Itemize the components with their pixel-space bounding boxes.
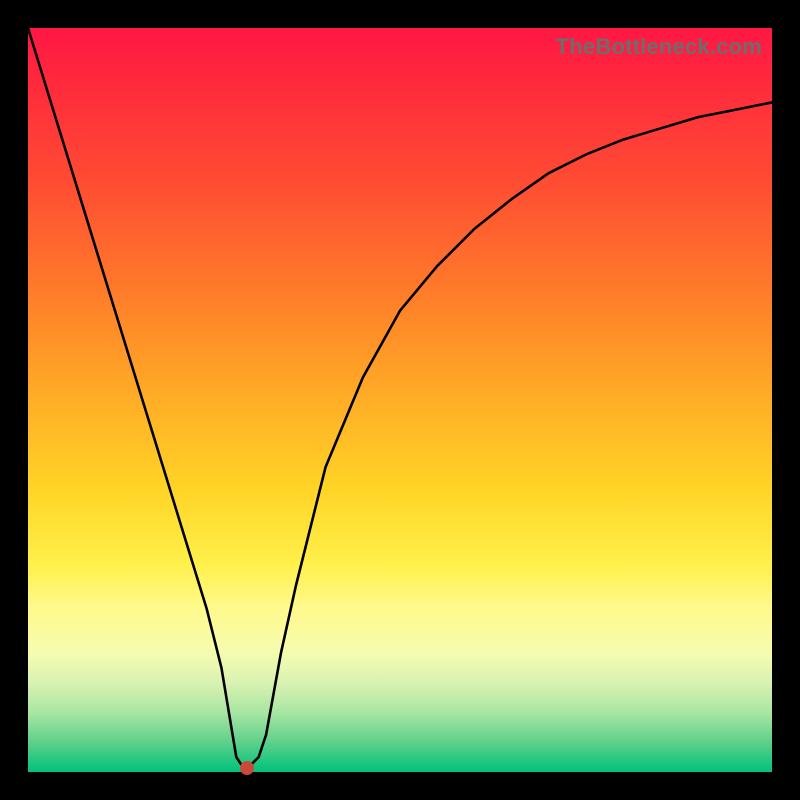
- optimum-marker: [240, 761, 254, 775]
- chart-frame: TheBottleneck.com: [0, 0, 800, 800]
- bottleneck-curve-svg: [28, 28, 772, 772]
- bottleneck-curve-path: [28, 28, 772, 768]
- chart-plot-area: TheBottleneck.com: [28, 28, 772, 772]
